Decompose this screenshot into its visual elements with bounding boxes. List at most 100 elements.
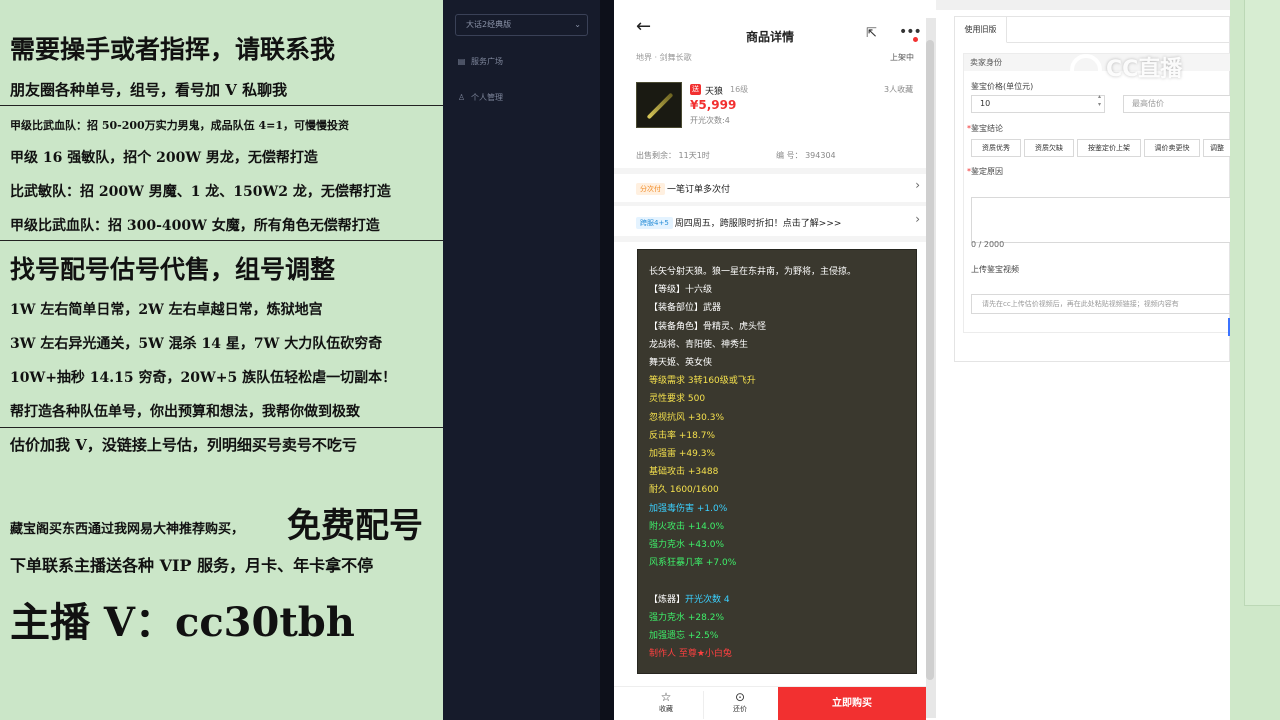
- item-level: 16级: [730, 85, 749, 94]
- video-link-input[interactable]: 请先在cc上传估价视频后，再在此处粘贴视频链接；视频内容有: [971, 294, 1231, 314]
- price-value: 10: [980, 99, 991, 108]
- user-icon: ♙: [457, 93, 466, 102]
- cc-logo-icon: [1070, 54, 1102, 86]
- promo-line-wechat: 朋友圈各种单号，组号，看号加 V 私聊我: [10, 81, 288, 99]
- watermark-text: CC直播: [1106, 57, 1183, 82]
- tab-legacy-version[interactable]: 使用旧版: [955, 17, 1007, 43]
- chip-list-at-price[interactable]: 按鉴定价上架: [1077, 139, 1141, 157]
- stat-line: 舞天姬、英女侠: [649, 358, 713, 368]
- chevron-right-icon: ›: [915, 212, 920, 226]
- result-label-text: 鉴宝结论: [971, 124, 1003, 133]
- promo-cross-server[interactable]: 跨服4+5 周四周五，跨服限时折扣！点击了解>>> ›: [636, 212, 926, 234]
- doc-icon: ▤: [457, 57, 466, 66]
- background-panel: [1244, 0, 1280, 606]
- coin-icon: ⊙: [734, 690, 746, 704]
- promo-divider: [0, 427, 443, 428]
- item-thumbnail[interactable]: [636, 82, 682, 128]
- stat-line: 基础攻击 +3488: [649, 467, 719, 478]
- favorite-label: 收藏: [659, 705, 673, 713]
- product-detail-view: ← 商品详情 ⇱ ••• 地界 · 剑舞长歌 上架中 送 天狼 16级 ¥5,9…: [614, 0, 936, 720]
- stat-line: 忽视抗风 +30.3%: [649, 412, 724, 423]
- promo-text: 一笔订单多次付: [667, 185, 731, 195]
- stat-line: 强力克水 +28.2%: [649, 612, 724, 623]
- nav-item-personal[interactable]: ♙ 个人管理: [457, 92, 503, 104]
- realm-label: 地界 · 剑舞长歌: [636, 53, 692, 62]
- nav-item-label: 服务广场: [471, 57, 503, 66]
- section-divider: [614, 168, 926, 174]
- item-price: ¥5,999: [690, 98, 737, 112]
- stat-line: 等级需求 3转160级或飞升: [649, 376, 756, 387]
- promo-text: 周四周五，跨服限时折扣！点击了解>>>: [674, 219, 842, 229]
- stat-line: 灵性要求 500: [649, 394, 706, 405]
- reason-label: *鉴定原因: [967, 167, 1003, 176]
- chip-excellent[interactable]: 资质优秀: [971, 139, 1021, 157]
- weapon-icon: [646, 92, 674, 120]
- cc-live-watermark: CC直播: [1070, 52, 1182, 88]
- favorite-button[interactable]: ☆ 收藏: [636, 690, 696, 714]
- promo-line-estimate: 估价加我 V，没链接上号估，列明细买号卖号不吃亏: [10, 436, 357, 454]
- video-label: 上传鉴宝视频: [971, 265, 1019, 274]
- stat-line: 附火攻击 +14.0%: [649, 521, 724, 532]
- chip-adjust-price[interactable]: 调价卖更快: [1144, 139, 1200, 157]
- chevron-right-icon: ›: [915, 178, 920, 192]
- chip-lacking[interactable]: 资质欠缺: [1024, 139, 1074, 157]
- stat-line: 龙战将、青阳使、神秀生: [649, 339, 749, 350]
- section-divider: [614, 202, 926, 206]
- promo-installment[interactable]: 分次付 一笔订单多次付 ›: [636, 178, 926, 200]
- gift-tag: 送: [690, 84, 701, 95]
- nav-item-label: 个人管理: [471, 93, 503, 102]
- stat-line: 耐久 1600/1600: [649, 485, 719, 496]
- promo-panel: 需要操手或者指挥，请联系我 朋友圈各种单号，组号，看号加 V 私聊我 甲级比武血…: [0, 0, 443, 720]
- reason-char-count: 0 / 2000: [971, 240, 1005, 249]
- promo-line-contact: 需要操手或者指挥，请联系我: [10, 35, 336, 64]
- promo-line-team1: 甲级比武血队：招 50-200万实力男鬼，成品队伍 4=1，可慢慢投资: [10, 119, 350, 132]
- stat-line: 【等级】十六级: [649, 285, 713, 296]
- page-title: 商品详情: [745, 30, 794, 44]
- notification-dot: [913, 37, 918, 42]
- share-icon[interactable]: ⇱: [866, 26, 877, 41]
- bottom-action-bar: ☆ 收藏 ⊙ 还价 立即购买: [614, 686, 926, 720]
- cross-server-badge: 跨服4+5: [636, 216, 673, 229]
- promo-line-vip: 下单联系主播送各种 VIP 服务，月卡、年卡拿不停: [10, 556, 374, 575]
- chip-adjust[interactable]: 调整: [1203, 139, 1231, 157]
- promo-line-price2: 3W 左右异光通关，5W 混杀 14 星，7W 大力队伍砍穷奇: [10, 336, 383, 352]
- installment-badge: 分次付: [636, 182, 665, 195]
- buy-now-button[interactable]: 立即购买: [778, 687, 926, 720]
- promo-line-services: 找号配号估号代售，组号调整: [10, 255, 336, 284]
- promo-streamer-id: 主播 V：cc30tbh: [10, 599, 355, 646]
- promo-line-team2: 甲级 16 强敏队，招个 200W 男龙，无偿帮打造: [10, 150, 318, 166]
- chevron-down-icon: ⌄: [574, 20, 581, 29]
- item-open-count: 开光次数:4: [690, 116, 730, 125]
- item-name: 天狼: [705, 87, 724, 97]
- bargain-button[interactable]: ⊙ 还价: [710, 690, 770, 714]
- stat-line: 反击率 +18.7%: [649, 430, 715, 441]
- section-divider: [614, 236, 926, 242]
- status-badge: 上架中: [890, 53, 914, 62]
- time-remaining: 出售剩余： 11天1时: [636, 151, 710, 160]
- stat-line: 【装备角色】骨精灵、虎头怪: [649, 321, 767, 332]
- stepper-icon[interactable]: ▴ ▾: [1098, 93, 1101, 109]
- price-input[interactable]: 10 ▴ ▾: [971, 93, 1105, 113]
- game-select-value: 大话2经典版: [466, 20, 512, 29]
- favorite-count: 3人收藏: [884, 85, 914, 94]
- stat-line: 【炼器】开光次数 4: [649, 594, 730, 605]
- item-stats-panel: 长矢兮射天狼。狼一星在东井南，为野将，主侵掠。 【等级】十六级 【装备部位】武器 【装…: [637, 249, 917, 674]
- admin-sidebar: 大话2经典版 ⌄ ▤ 服务广场 ♙ 个人管理: [443, 0, 600, 720]
- window-gap: [600, 0, 614, 720]
- reason-textarea[interactable]: [971, 197, 1231, 243]
- promo-line-price1: 1W 左右简单日常，2W 左右卓越日常，炼狱地宫: [10, 302, 323, 318]
- max-price-input[interactable]: 最高估价: [1123, 95, 1231, 113]
- scrollbar[interactable]: [926, 40, 934, 680]
- game-select[interactable]: 大话2经典版 ⌄: [455, 14, 588, 36]
- promo-free-match: 免费配号: [287, 506, 423, 546]
- promo-divider: [0, 105, 443, 106]
- item-code: 编 号： 394304: [776, 151, 836, 160]
- product-header: ← 商品详情 ⇱ •••: [614, 12, 926, 46]
- promo-divider: [0, 240, 443, 241]
- form-top-bar: [936, 0, 1230, 10]
- reason-label-text: 鉴定原因: [971, 167, 1003, 176]
- promo-line-team4: 甲级比武血队：招 300-400W 女魔，所有角色无偿帮打造: [10, 218, 380, 234]
- nav-item-service-plaza[interactable]: ▤ 服务广场: [457, 56, 503, 68]
- star-icon: ☆: [660, 690, 672, 704]
- stat-line: 【装备部位】武器: [649, 303, 722, 314]
